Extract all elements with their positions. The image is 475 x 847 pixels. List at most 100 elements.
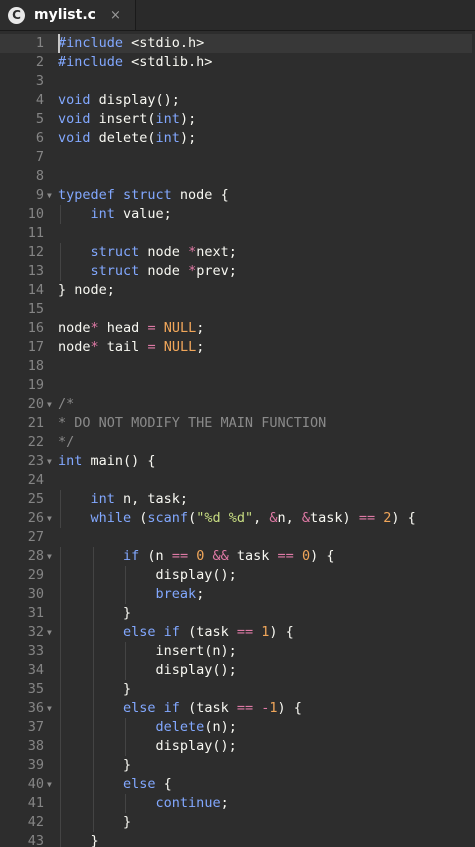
code-line[interactable]: 10 int value; [0,205,475,224]
line-number: 33 [27,643,44,659]
code-token: value; [114,206,172,222]
code-line[interactable]: 9 ▼ typedef struct node { [0,186,475,205]
code-line[interactable]: 21 * DO NOT MODIFY THE MAIN FUNCTION [0,414,475,433]
code-token: int [155,130,180,146]
code-line[interactable]: 32 ▼ else if (task == 1) { [0,623,475,642]
code-line[interactable]: 19 [0,376,475,395]
code-text: } [58,680,131,699]
fold-arrow-icon[interactable]: ▼ [47,186,55,205]
code-text: #include <stdio.h> [58,34,204,53]
code-token: <stdio.h> [123,35,205,51]
code-line[interactable]: 13 struct node *prev; [0,262,475,281]
code-line[interactable]: 11 [0,224,475,243]
code-token: * DO NOT MODIFY THE MAIN FUNCTION [58,415,327,431]
code-token: n, task; [114,491,189,507]
code-line[interactable]: 33 insert(n); [0,642,475,661]
code-line[interactable]: 27 [0,528,475,547]
line-number: 27 [27,529,44,545]
code-line[interactable]: 24 [0,471,475,490]
code-token: } [58,605,132,621]
fold-arrow-icon[interactable]: ▼ [47,509,55,528]
code-line[interactable]: 20 ▼/* [0,395,475,414]
tab-mylist-c[interactable]: C mylist.c × [0,0,136,30]
code-line[interactable]: 16 node* head = NULL; [0,319,475,338]
code-line[interactable]: 22 */ [0,433,475,452]
code-token: * [188,263,197,279]
code-token: head [98,320,148,336]
code-line[interactable]: 4 void display(); [0,91,475,110]
code-editor[interactable]: 1 #include <stdio.h> 2 #include <stdlib.h> 3… [0,32,475,847]
fold-arrow-icon[interactable]: ▼ [47,547,55,566]
code-line[interactable]: 30 break; [0,585,475,604]
code-text: display(); [58,661,237,680]
code-line[interactable]: 42 } [0,813,475,832]
fold-arrow-icon[interactable]: ▼ [47,623,55,642]
line-number: 13 [27,263,44,279]
line-number: 3 [35,73,44,89]
code-line[interactable]: 25 int n, task; [0,490,475,509]
code-line[interactable]: 2 #include <stdlib.h> [0,53,475,72]
code-line[interactable]: 31 } [0,604,475,623]
code-text: void insert(int); [58,110,196,129]
code-token: node [139,244,189,260]
code-token: ; [196,320,205,336]
line-number: 2 [35,54,44,70]
code-line[interactable]: 40 ▼ else { [0,775,475,794]
code-text: void delete(int); [58,129,196,148]
fold-arrow-icon[interactable]: ▼ [47,699,55,718]
line-number: 14 [27,282,44,298]
code-line[interactable]: 35 } [0,680,475,699]
code-token: == [358,510,376,526]
code-token: == [171,548,189,564]
code-token: break [155,586,197,602]
line-number: 8 [35,168,44,184]
code-line[interactable]: 1 #include <stdio.h> [0,34,475,53]
line-number: 6 [35,130,44,146]
code-line[interactable]: 37 delete(n); [0,718,475,737]
code-line[interactable]: 29 display(); [0,566,475,585]
code-line[interactable]: 23 ▼ int main() { [0,452,475,471]
code-line[interactable]: 28 ▼ if (n == 0 && task == 0) { [0,547,475,566]
code-token: ; [196,586,205,602]
line-number: 24 [27,472,44,488]
fold-arrow-icon[interactable]: ▼ [47,452,55,471]
code-line[interactable]: 6 void delete(int); [0,129,475,148]
line-number: 29 [27,567,44,583]
code-line[interactable]: 17 node* tail = NULL; [0,338,475,357]
code-line[interactable]: 3 [0,72,475,91]
code-line[interactable]: 18 [0,357,475,376]
code-token: ; [196,339,205,355]
code-text: } [58,604,131,623]
code-line[interactable]: 14} node; [0,281,475,300]
code-line[interactable]: 38 display(); [0,737,475,756]
line-number: 25 [27,491,44,507]
close-icon[interactable]: × [110,8,121,23]
code-line[interactable]: 43 } [0,832,475,847]
fold-arrow-icon[interactable]: ▼ [47,395,55,414]
code-line[interactable]: 39 } [0,756,475,775]
code-line[interactable]: 7 [0,148,475,167]
line-number: 26 [27,510,44,526]
code-text: int n, task; [58,490,189,509]
code-line[interactable]: 34 display(); [0,661,475,680]
fold-arrow-icon[interactable]: ▼ [47,775,55,794]
code-line[interactable]: 12 struct node *next; [0,243,475,262]
code-text: int value; [58,205,172,224]
code-line[interactable]: 36 ▼ else if (task == -1) { [0,699,475,718]
code-text: struct node *prev; [58,262,237,281]
code-token: if [123,548,140,564]
code-line[interactable]: 26 ▼ while (scanf("%d %d", &n, &task) == … [0,509,475,528]
code-token: 0 [301,548,311,564]
code-line[interactable]: 41 continue; [0,794,475,813]
code-token: ); [179,111,197,127]
code-text: void display(); [58,91,180,110]
code-token: continue [155,795,221,811]
code-line[interactable]: 5 void insert(int); [0,110,475,129]
code-line[interactable]: 15 [0,300,475,319]
code-token: struct [90,263,140,279]
code-line[interactable]: 8 [0,167,475,186]
